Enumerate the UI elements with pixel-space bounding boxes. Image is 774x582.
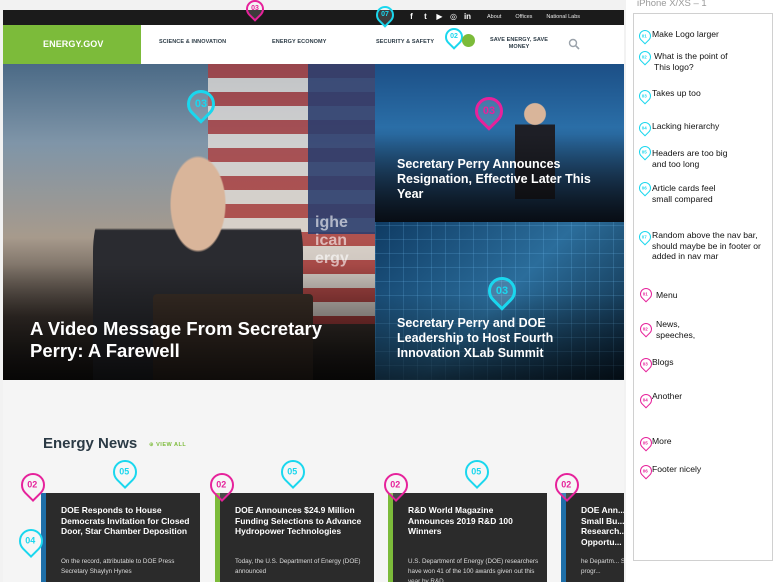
hero-bottom-title[interactable]: Secretary Perry and DOE Leadership to Ho…	[397, 316, 612, 361]
nav-security-safety[interactable]: SECURITY & SAFETY	[376, 39, 434, 45]
marker-number: 02	[216, 479, 227, 490]
main-nav: ENERGY.GOV SCIENCE & INNOVATION ENERGY E…	[3, 25, 624, 64]
note-number: 02	[642, 326, 648, 332]
flag-canton	[308, 64, 375, 234]
marker-number: 05	[471, 466, 482, 477]
marker-number: 03	[251, 4, 259, 12]
note-text: Make Logo larger	[652, 29, 719, 39]
news-card[interactable]: DOE Announces $24.9 Million Funding Sele…	[215, 493, 374, 582]
note-text: Blogs	[652, 357, 674, 367]
note-number: 01	[642, 291, 648, 297]
news-card[interactable]: DOE Ann... Small Bu... Research... Oppor…	[561, 493, 624, 582]
logo-text: ENERGY.GOV	[43, 39, 104, 49]
news-heading: Energy News	[43, 435, 138, 452]
note-number: 05	[641, 149, 647, 155]
marker-number: 03	[194, 98, 208, 110]
hero-main-sign: ighe ican ergy	[315, 214, 349, 267]
note-text: Headers are too big and too long	[652, 148, 728, 169]
nav-save-line2: MONEY	[508, 44, 530, 50]
note-text: What is the point of This logo?	[654, 51, 728, 72]
marker-number: 04	[25, 535, 36, 546]
energy-news-section: Energy News ⊕ VIEW ALL DOE Responds to H…	[3, 380, 624, 582]
note-marker: 07	[636, 228, 654, 246]
note-number: 07	[641, 234, 647, 240]
facebook-icon[interactable]: f	[407, 11, 416, 22]
green-dot	[462, 34, 475, 47]
nav-save-energy[interactable]: SAVE ENERGY, SAVE MONEY	[490, 37, 548, 51]
instagram-icon[interactable]: ◎	[449, 11, 458, 22]
marker-number: 05	[119, 466, 130, 477]
note-text: Takes up too	[652, 88, 701, 98]
hero-main-title[interactable]: A Video Message From Secretary Perry: A …	[30, 318, 330, 362]
note-marker: 01	[637, 285, 655, 303]
news-card-text: Today, the U.S. Department of Energy (DO…	[235, 558, 361, 575]
youtube-icon[interactable]: ▶	[435, 11, 444, 22]
utility-link-about[interactable]: About	[487, 13, 501, 22]
nav-energy-economy[interactable]: ENERGY ECONOMY	[272, 39, 326, 45]
marker-number: 02	[561, 479, 572, 490]
news-card-text: he Departm... STTR progr...	[581, 558, 624, 575]
utility-links: About Offices National Labs	[487, 13, 580, 22]
news-card-title: R&D World Magazine Announces 2019 R&D 10…	[408, 505, 513, 536]
marker-number: 05	[287, 466, 298, 477]
news-card[interactable]: DOE Responds to House Democrats Invitati…	[41, 493, 200, 582]
news-card[interactable]: R&D World Magazine Announces 2019 R&D 10…	[388, 493, 547, 582]
marker-number: 07	[381, 11, 389, 18]
utility-bar: f t ▶ ◎ in About Offices National Labs	[3, 10, 624, 25]
marker-number: 03	[482, 105, 496, 117]
twitter-icon[interactable]: t	[421, 11, 430, 22]
artboard-title: iPhone X/XS – 1	[637, 0, 707, 9]
note-number: 06	[642, 468, 648, 474]
note-marker: 02	[636, 48, 654, 66]
linkedin-icon[interactable]: in	[463, 11, 472, 22]
news-card-title: DOE Responds to House Democrats Invitati…	[61, 505, 190, 536]
note-number: 05	[642, 440, 648, 446]
note-number: 06	[641, 185, 647, 191]
nav-science-innovation[interactable]: SCIENCE & INNOVATION	[159, 39, 226, 45]
logo[interactable]: ENERGY.GOV	[3, 25, 141, 64]
note-number: 01	[641, 33, 647, 39]
note-text: Random above the nav bar, should maybe b…	[652, 230, 761, 261]
view-all-link[interactable]: ⊕ VIEW ALL	[149, 442, 186, 448]
view-all-label: VIEW ALL	[156, 442, 187, 448]
note-marker: 06	[636, 179, 654, 197]
hero-top-card[interactable]: Secretary Perry Announces Resignation, E…	[375, 64, 624, 222]
note-marker: 02	[637, 320, 655, 338]
news-card-title: DOE Ann... Small Bu... Research... Oppor…	[581, 505, 624, 547]
note-marker: 04	[636, 119, 654, 137]
utility-link-national-labs[interactable]: National Labs	[546, 13, 580, 22]
website-mockup: f t ▶ ◎ in About Offices National Labs E…	[0, 0, 626, 582]
nav-save-line1: SAVE ENERGY, SAVE	[490, 37, 549, 43]
note-marker: 01	[636, 27, 654, 45]
note-text: Another	[652, 391, 683, 401]
notes-panel: 01 Make Logo larger 02 What is the point…	[633, 13, 773, 561]
note-text: Footer nicely	[652, 464, 702, 474]
note-text: Article cards feel small compared	[652, 183, 716, 204]
note-number: 02	[641, 54, 647, 60]
note-marker: 05	[636, 143, 654, 161]
utility-link-offices[interactable]: Offices	[515, 13, 532, 22]
news-card-text: On the record, attributable to DOE Press…	[61, 558, 175, 575]
marker-number: 02	[450, 33, 458, 40]
note-number: 03	[642, 361, 648, 367]
note-marker: 03	[636, 87, 654, 105]
news-card-text: U.S. Department of Energy (DOE) research…	[408, 558, 539, 582]
marker-number: 02	[27, 479, 38, 490]
note-text: News, speeches,	[656, 319, 696, 340]
note-text: Lacking hierarchy	[652, 121, 720, 131]
social-icons: f t ▶ ◎ in	[407, 11, 472, 22]
note-number: 03	[641, 93, 647, 99]
note-number: 04	[641, 125, 647, 131]
search-icon[interactable]	[568, 38, 580, 50]
news-card-title: DOE Announces $24.9 Million Funding Sele…	[235, 505, 362, 536]
marker-number: 02	[390, 479, 401, 490]
hero-top-title[interactable]: Secretary Perry Announces Resignation, E…	[397, 157, 612, 202]
note-text: Menu	[656, 290, 678, 300]
note-number: 04	[642, 397, 648, 403]
marker-number: 03	[495, 285, 509, 297]
note-text: More	[652, 436, 672, 446]
